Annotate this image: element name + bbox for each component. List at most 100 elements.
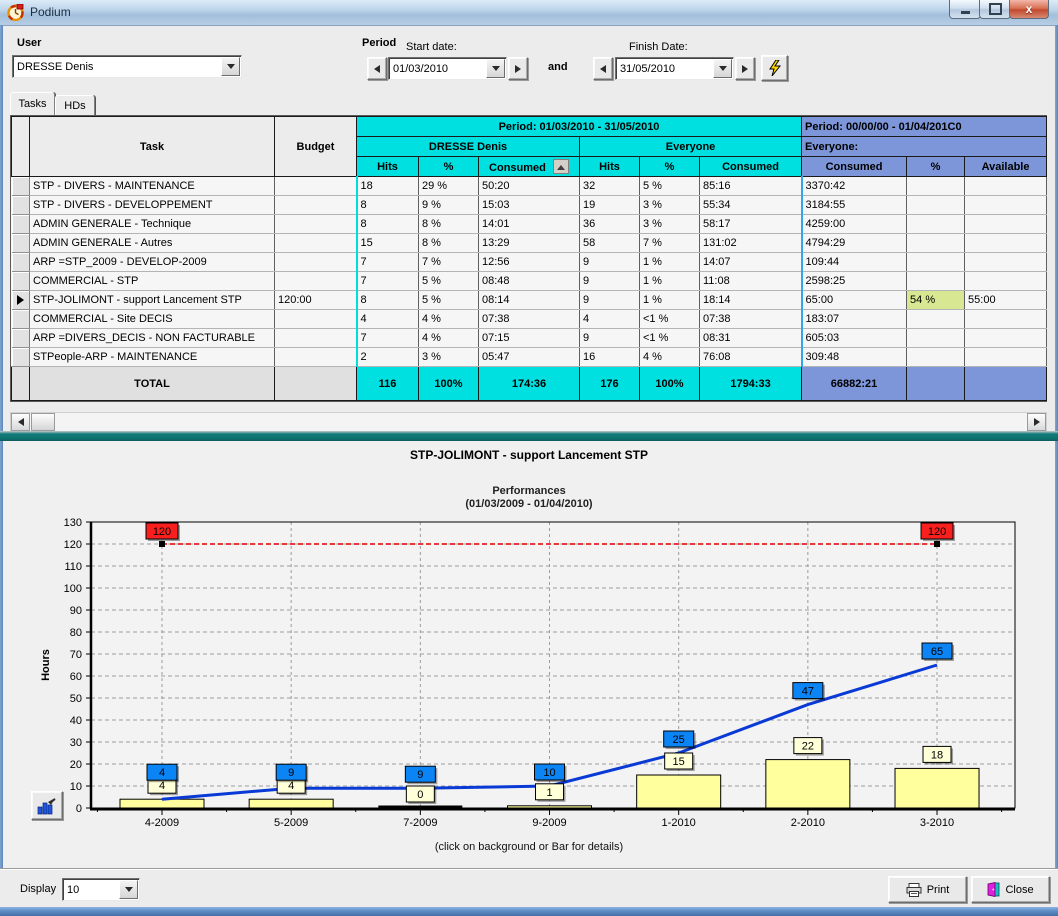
row-selector[interactable] (12, 310, 30, 329)
cell-value[interactable]: 5 % (419, 291, 479, 310)
sort-button[interactable] (553, 159, 569, 174)
cell-value[interactable]: 1 % (640, 272, 700, 291)
column-header-task[interactable]: Task (30, 117, 275, 177)
performance-chart[interactable]: 01020304050607080901001101201304-20095-2… (3, 441, 1055, 868)
cell-value[interactable]: 7 (357, 329, 419, 348)
row-selector[interactable] (12, 253, 30, 272)
start-date-next-button[interactable] (508, 57, 528, 80)
column-header-pct-everyone[interactable]: % (640, 157, 700, 177)
cell-value[interactable]: 3370:42 (802, 177, 907, 196)
scroll-right-button[interactable] (1027, 413, 1046, 431)
cell-task[interactable]: STP-JOLIMONT - support Lancement STP (30, 291, 275, 310)
user-combobox[interactable]: DRESSE Denis (12, 55, 242, 78)
column-header-available[interactable]: Available (965, 157, 1047, 177)
cell-value[interactable] (965, 196, 1047, 215)
table-row[interactable]: ADMIN GENERALE - Technique88 %14:01363 %… (12, 215, 1047, 234)
scroll-left-button[interactable] (11, 413, 30, 431)
cell-value[interactable]: 8 % (419, 215, 479, 234)
cell-value[interactable]: 32 (580, 177, 640, 196)
cell-value[interactable]: 9 (580, 253, 640, 272)
horizontal-scrollbar[interactable] (10, 412, 1047, 432)
cell-task[interactable]: ADMIN GENERALE - Autres (30, 234, 275, 253)
cell-value[interactable]: 4 % (640, 348, 700, 367)
cell-value[interactable]: 8 % (419, 234, 479, 253)
cell-value[interactable]: 309:48 (802, 348, 907, 367)
table-row[interactable]: STPeople-ARP - MAINTENANCE23 %05:47164 %… (12, 348, 1047, 367)
cell-value[interactable]: 14:07 (700, 253, 802, 272)
cell-value[interactable]: 13:29 (479, 234, 580, 253)
cell-value[interactable]: 55:34 (700, 196, 802, 215)
scrollbar-thumb[interactable] (31, 413, 55, 431)
tab-hds[interactable]: HDs (55, 95, 95, 116)
cell-value[interactable]: 05:47 (479, 348, 580, 367)
cell-value[interactable]: 15:03 (479, 196, 580, 215)
cell-value[interactable]: 8 (357, 291, 419, 310)
start-date-prev-button[interactable] (367, 57, 387, 80)
finish-date-dropdown-button[interactable] (713, 59, 732, 78)
column-header-hits-user[interactable]: Hits (357, 157, 419, 177)
close-window-button[interactable]: x (1009, 0, 1049, 19)
table-row[interactable]: COMMERCIAL - Site DECIS44 %07:384<1 %07:… (12, 310, 1047, 329)
column-header-pct-total[interactable]: % (907, 157, 965, 177)
cell-value[interactable] (907, 253, 965, 272)
apply-filter-button[interactable] (761, 55, 788, 81)
cell-value[interactable]: <1 % (640, 329, 700, 348)
cell-value[interactable]: 2 (357, 348, 419, 367)
display-combobox[interactable]: 10 (62, 878, 140, 901)
cell-value[interactable]: 8 (357, 215, 419, 234)
row-selector[interactable] (12, 215, 30, 234)
cell-value[interactable]: 07:38 (700, 310, 802, 329)
cell-value[interactable] (907, 329, 965, 348)
cell-value[interactable]: 109:44 (802, 253, 907, 272)
bar[interactable] (766, 760, 850, 808)
cell-task[interactable]: STPeople-ARP - MAINTENANCE (30, 348, 275, 367)
cell-task[interactable]: STP - DIVERS - DEVELOPPEMENT (30, 196, 275, 215)
cell-value[interactable] (907, 177, 965, 196)
cell-value[interactable]: 11:08 (700, 272, 802, 291)
cell-value[interactable]: 58:17 (700, 215, 802, 234)
minimize-button[interactable] (949, 0, 981, 19)
cell-value[interactable]: 7 (357, 272, 419, 291)
row-selector[interactable] (12, 329, 30, 348)
cell-value[interactable]: 7 (357, 253, 419, 272)
cell-value[interactable]: 131:02 (700, 234, 802, 253)
cell-value[interactable] (965, 329, 1047, 348)
cell-value[interactable]: 76:08 (700, 348, 802, 367)
cell-value[interactable] (965, 253, 1047, 272)
cell-value[interactable]: 3 % (640, 215, 700, 234)
cell-value[interactable] (907, 234, 965, 253)
table-row[interactable]: ADMIN GENERALE - Autres158 %13:29587 %13… (12, 234, 1047, 253)
cell-value[interactable]: 9 (580, 329, 640, 348)
cell-value[interactable]: 8 (357, 196, 419, 215)
maximize-button[interactable] (979, 0, 1011, 19)
cell-value[interactable]: 605:03 (802, 329, 907, 348)
cell-value[interactable]: 16 (580, 348, 640, 367)
cell-value[interactable]: 2598:25 (802, 272, 907, 291)
bar[interactable] (120, 799, 204, 808)
cell-task[interactable]: COMMERCIAL - STP (30, 272, 275, 291)
cell-value[interactable] (907, 310, 965, 329)
finish-date-combobox[interactable]: 31/05/2010 (615, 57, 734, 80)
title-bar[interactable]: Podium x (0, 0, 1058, 26)
row-selector[interactable] (12, 348, 30, 367)
cell-value[interactable]: 4 % (419, 329, 479, 348)
cell-task[interactable]: ARP =STP_2009 - DEVELOP-2009 (30, 253, 275, 272)
table-row[interactable]: ARP =STP_2009 - DEVELOP-200977 %12:5691 … (12, 253, 1047, 272)
cell-value[interactable]: 4794:29 (802, 234, 907, 253)
start-date-combobox[interactable]: 01/03/2010 (388, 57, 507, 80)
cell-value[interactable]: 18:14 (700, 291, 802, 310)
column-header-budget[interactable]: Budget (275, 117, 357, 177)
cell-value[interactable]: 3 % (640, 196, 700, 215)
chart-options-button[interactable] (31, 791, 63, 820)
cell-value[interactable] (965, 215, 1047, 234)
print-button[interactable]: Print (888, 876, 967, 903)
cell-value[interactable]: 183:07 (802, 310, 907, 329)
row-selector[interactable] (12, 291, 30, 310)
cell-value[interactable] (965, 310, 1047, 329)
cell-value[interactable] (965, 348, 1047, 367)
column-header-consumed-everyone[interactable]: Consumed (700, 157, 802, 177)
cell-value[interactable]: 4 (580, 310, 640, 329)
cell-task[interactable]: COMMERCIAL - Site DECIS (30, 310, 275, 329)
cell-value[interactable]: 9 (580, 291, 640, 310)
bar[interactable] (249, 799, 333, 808)
